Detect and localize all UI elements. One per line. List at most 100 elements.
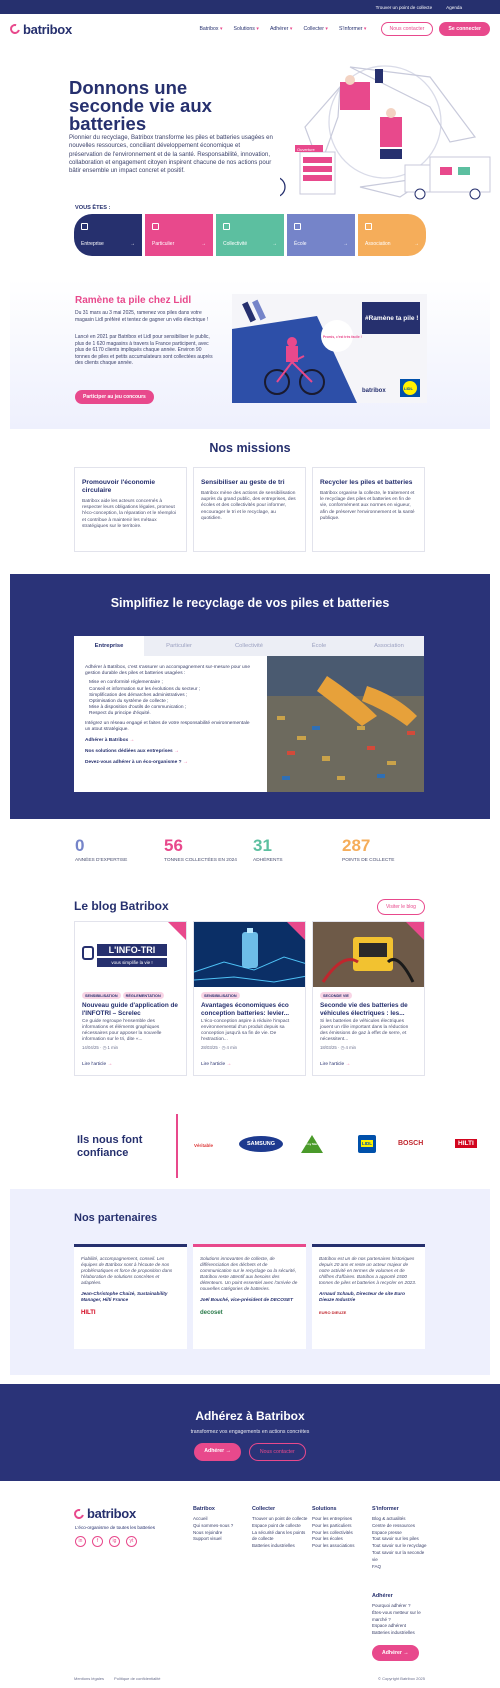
stat-years: 0 ANNÉES D'EXPERTISE (75, 836, 127, 863)
read-article-link[interactable]: Lire l'article → (201, 1062, 231, 1067)
simplify-section: Simplifiez le recyclage de vos piles et … (10, 574, 490, 819)
footer-link[interactable]: Accueil (193, 1516, 251, 1523)
footer-link[interactable]: Tout savoir sur les piles (372, 1536, 430, 1543)
read-article-link[interactable]: Lire l'article → (320, 1062, 350, 1067)
lidl-hashtag: #Ramène ta pile ! (365, 315, 418, 322)
footer-link[interactable]: Espace point de collecte (252, 1523, 310, 1530)
simplify-title: Simplifiez le recyclage de vos piles et … (110, 596, 390, 610)
nav-sinformer[interactable]: S'informer (339, 26, 367, 32)
brand-logo: Véritable (194, 1143, 214, 1148)
facebook-icon[interactable]: f (92, 1536, 103, 1547)
tag[interactable]: SECONDE VIE (320, 992, 352, 1000)
tag[interactable]: SENSIBILISATION (82, 992, 121, 1000)
arrow-right-icon: → (226, 1062, 232, 1067)
footer-link[interactable]: Tout savoir sur le recyclage (372, 1543, 430, 1550)
recycle-icon (82, 946, 94, 960)
vous-etes-label: VOUS ÊTES : (75, 205, 111, 211)
footer-link[interactable]: Trouver un point de collecte (252, 1516, 310, 1523)
footer-col-batribox: Batribox Accueil Qui sommes-nous ? Nous … (193, 1506, 251, 1543)
contact-us-button[interactable]: Nous contacter (248, 1443, 306, 1461)
card-particulier[interactable]: Particulier → (145, 214, 213, 256)
footer-logo[interactable]: batribox (72, 1506, 136, 1521)
stat-points: 287 POINTS DE COLLECTE (342, 836, 395, 863)
illustration-sign-text: Ouverture (297, 147, 316, 152)
footer-adherer-button[interactable]: Adhérer → (372, 1645, 419, 1661)
contest-button[interactable]: Participer au jeu concours (75, 390, 154, 404)
post-image: L'INFO-TRI vous simplifie la vie ! (75, 922, 186, 987)
card-ecole[interactable]: École → (287, 214, 355, 256)
tab-ecole[interactable]: École (284, 636, 354, 656)
stat-value: 56 (164, 836, 183, 855)
footer-link[interactable]: Espace adhérent (372, 1623, 430, 1630)
footer-link[interactable]: Nous rejoindre (193, 1530, 251, 1537)
tab-collectivite[interactable]: Collectivité (214, 636, 284, 656)
tab-association[interactable]: Association (354, 636, 424, 656)
tag[interactable]: SENSIBILISATION (201, 992, 240, 1000)
footer-link[interactable]: Espace presse (372, 1530, 430, 1537)
corner-fold (168, 922, 186, 940)
post-image (313, 922, 424, 987)
login-button[interactable]: Se connecter (439, 22, 490, 36)
partner-card: Solutions innovantes de collecte, de dif… (193, 1244, 306, 1349)
footer-link[interactable]: Pour les entreprises (312, 1516, 370, 1523)
footer-link[interactable]: Support visuel (193, 1536, 251, 1543)
footer-link[interactable]: Batteries industrielles (252, 1543, 310, 1550)
visit-blog-button[interactable]: Visiter le blog (377, 899, 425, 915)
card-association[interactable]: Association → (358, 214, 426, 256)
footer-link[interactable]: Pour les collectivités (312, 1530, 370, 1537)
card-collectivite[interactable]: Collectivité → (216, 214, 284, 256)
legal-link[interactable]: Mentions légales (74, 1676, 104, 1681)
corner-fold (287, 922, 305, 940)
town-icon (223, 223, 230, 230)
partner-card: Batribox est un de nos partenaires histo… (312, 1244, 425, 1349)
footer-link[interactable]: Blog & actualités (372, 1516, 430, 1523)
nav-batribox[interactable]: Batribox (199, 26, 222, 32)
footer-link[interactable]: Êtes-vous metteur sur le marché ? (372, 1610, 430, 1624)
contact-button[interactable]: Nous contacter (380, 22, 434, 36)
nav-solutions[interactable]: Solutions (234, 26, 259, 32)
link-solutions-entreprises[interactable]: Nos solutions dédiées aux entreprises → (85, 749, 255, 755)
footer-link[interactable]: La sécurité dans les points de collecte (252, 1530, 310, 1544)
card-entreprise[interactable]: Entreprise → (74, 214, 142, 256)
instagram-icon[interactable]: ig (109, 1536, 120, 1547)
blog-card[interactable]: SENSIBILISATION Avantages économiques éc… (193, 921, 306, 1076)
handshake-icon (365, 223, 372, 230)
link-adherer[interactable]: Adhérer à Batribox → (85, 738, 255, 744)
tab-particulier[interactable]: Particulier (144, 636, 214, 656)
adherer-button[interactable]: Adhérer → (194, 1443, 241, 1461)
read-article-link[interactable]: Lire l'article → (82, 1062, 112, 1067)
linkedin-icon[interactable]: in (75, 1536, 86, 1547)
nav-collecter[interactable]: Collecter (303, 26, 328, 32)
footer-link[interactable]: FAQ (372, 1564, 430, 1571)
post-date: 18/03/25 (320, 1045, 337, 1050)
logo[interactable]: batribox (8, 22, 72, 37)
legal-link[interactable]: Politique de confidentialité (114, 1676, 160, 1681)
tab-entreprise[interactable]: Entreprise (74, 636, 144, 656)
top-bar: Trouver un point de collecte Agenda (0, 0, 500, 14)
footer-link[interactable]: Pour les écoles (312, 1536, 370, 1543)
mission-card: Promouvoir l'économie circulaire Batribo… (74, 467, 187, 552)
link-eco-organisme[interactable]: Devez-vous adhérer à un éco-organisme ? … (85, 760, 255, 766)
agenda-link[interactable]: Agenda (446, 5, 462, 10)
partners-title: Nos partenaires (74, 1212, 158, 1224)
footer-link[interactable]: Pourquoi adhérer ? (372, 1603, 430, 1610)
find-collection-point-link[interactable]: Trouver un point de collecte (376, 5, 433, 10)
footer-col-title: S'informer (372, 1506, 399, 1512)
recycling-photo (267, 656, 424, 792)
blog-card[interactable]: SECONDE VIE Seconde vie des batteries de… (312, 921, 425, 1076)
arrow-right-icon: → (343, 241, 348, 247)
card-label: École (294, 241, 307, 247)
arrow-right-icon: → (174, 749, 179, 755)
footer-link[interactable]: Pour les particuliers (312, 1523, 370, 1530)
blog-card[interactable]: L'INFO-TRI vous simplifie la vie ! SENSI… (74, 921, 187, 1076)
footer-link[interactable]: Tout savoir sur la seconde vie (372, 1550, 430, 1564)
footer-link[interactable]: Batteries industrielles (372, 1630, 430, 1637)
nav-adherer[interactable]: Adhérer (270, 26, 293, 32)
footer-link[interactable]: Centre de ressources (372, 1523, 430, 1530)
stat-tonnes: 56 TONNES COLLECTÉES EN 2024 (164, 836, 237, 863)
tag[interactable]: RÉGLEMENTATION (122, 992, 164, 1000)
footer-link[interactable]: Pour les associations (312, 1543, 370, 1550)
trust-title: Ils nous font confiance (77, 1134, 143, 1159)
youtube-icon[interactable]: yt (126, 1536, 137, 1547)
footer-link[interactable]: Qui sommes-nous ? (193, 1523, 251, 1530)
